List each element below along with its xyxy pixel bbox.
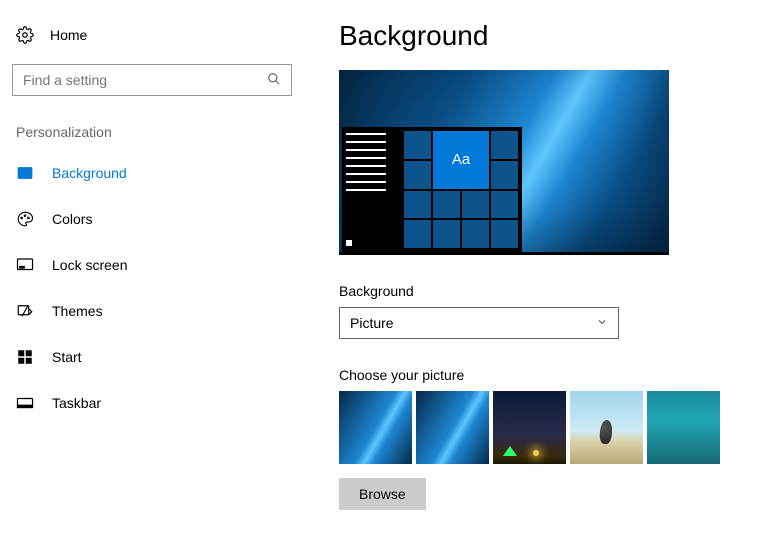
picture-thumbnail[interactable] (647, 391, 720, 464)
preview-start-menu: Aa (342, 127, 522, 252)
lockscreen-icon (16, 256, 34, 274)
sidebar-item-start[interactable]: Start (12, 334, 295, 380)
start-icon (16, 348, 34, 366)
browse-button[interactable]: Browse (339, 478, 426, 510)
picture-thumbnail[interactable] (570, 391, 643, 464)
category-header: Personalization (12, 124, 295, 150)
page-title: Background (339, 20, 758, 52)
main-content: Background Aa Back (295, 0, 758, 540)
taskbar-icon (16, 394, 34, 412)
sidebar-item-label: Start (52, 349, 82, 365)
sidebar-item-colors[interactable]: Colors (12, 196, 295, 242)
search-input[interactable] (23, 72, 267, 88)
background-type-dropdown[interactable]: Picture (339, 307, 619, 339)
preview-tile-text: Aa (433, 131, 489, 189)
picture-thumbnails (339, 391, 758, 464)
background-section-label: Background (339, 283, 758, 299)
dropdown-value: Picture (350, 315, 394, 331)
themes-icon (16, 302, 34, 320)
sidebar-item-label: Taskbar (52, 395, 101, 411)
sidebar-item-label: Lock screen (52, 257, 127, 273)
picture-icon (16, 164, 34, 182)
home-label: Home (50, 27, 87, 43)
sidebar-item-label: Background (52, 165, 127, 181)
sidebar-item-taskbar[interactable]: Taskbar (12, 380, 295, 426)
chevron-down-icon (596, 315, 608, 331)
gear-icon (16, 26, 34, 44)
search-icon (267, 72, 281, 89)
search-input-wrap[interactable] (12, 64, 292, 96)
home-nav[interactable]: Home (12, 18, 295, 64)
sidebar-item-label: Themes (52, 303, 103, 319)
settings-sidebar: Home Personalization Background Colors (0, 0, 295, 540)
sidebar-item-background[interactable]: Background (12, 150, 295, 196)
sidebar-item-themes[interactable]: Themes (12, 288, 295, 334)
picture-thumbnail[interactable] (416, 391, 489, 464)
sidebar-item-lockscreen[interactable]: Lock screen (12, 242, 295, 288)
picture-thumbnail[interactable] (493, 391, 566, 464)
palette-icon (16, 210, 34, 228)
preview-taskbar (339, 252, 669, 255)
desktop-preview: Aa (339, 70, 669, 255)
picture-thumbnail[interactable] (339, 391, 412, 464)
choose-picture-label: Choose your picture (339, 367, 758, 383)
sidebar-item-label: Colors (52, 211, 92, 227)
